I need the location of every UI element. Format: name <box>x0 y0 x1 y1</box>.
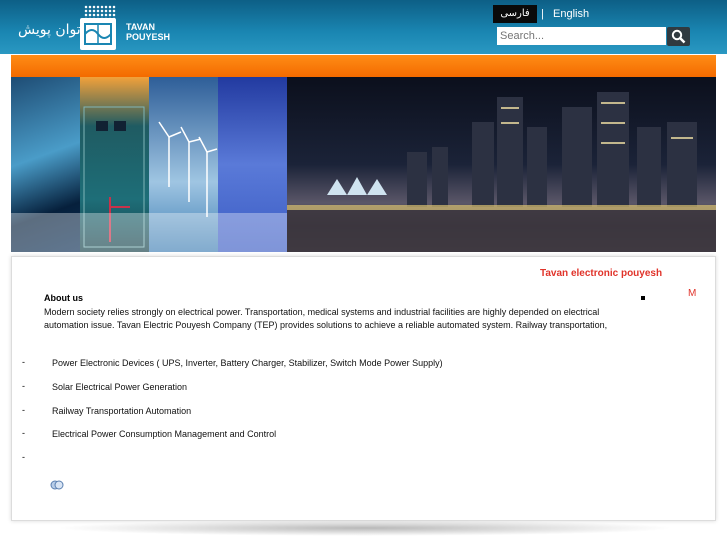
lang-english-link[interactable]: English <box>553 8 589 20</box>
list-dash: - <box>22 452 25 462</box>
bullet-square-icon <box>641 296 645 300</box>
search-button[interactable] <box>667 27 690 46</box>
magnifier-icon <box>671 29 686 44</box>
translate-icon[interactable] <box>50 478 64 490</box>
logo-en-line1: TAVAN <box>126 22 155 32</box>
logo-en-line2: POUYESH <box>126 32 171 42</box>
lang-persian-link[interactable]: فارسی <box>493 5 537 23</box>
list-item: Railway Transportation Automation <box>52 406 192 416</box>
bottom-shadow <box>55 520 675 536</box>
side-letter: M <box>688 288 697 299</box>
logo-dots-icon <box>84 5 116 19</box>
list-dash: - <box>22 381 25 391</box>
logo-english-text[interactable]: TAVAN POUYESH <box>126 22 170 42</box>
logo-mark-icon[interactable] <box>80 18 116 50</box>
list-item: Power Electronic Devices ( UPS, Inverter… <box>52 358 443 368</box>
logo-persian-text[interactable]: توان پویش <box>18 22 81 38</box>
about-paragraph: Modern society relies strongly on electr… <box>44 307 608 330</box>
list-dash: - <box>22 428 25 438</box>
banner-panel-city-night <box>287 77 716 252</box>
lang-separator: | <box>541 8 544 20</box>
list-dash: - <box>22 357 25 367</box>
banner-image <box>11 77 716 252</box>
about-heading: About us <box>44 293 83 303</box>
list-item: Solar Electrical Power Generation <box>52 382 188 392</box>
orange-nav-bar <box>11 55 716 77</box>
search-input[interactable] <box>497 27 666 45</box>
site-title: Tavan electronic pouyesh <box>540 268 663 279</box>
list-dash: - <box>22 405 25 415</box>
list-item: Electrical Power Consumption Management … <box>52 429 277 439</box>
site-header: توان پویش TAVAN POUYESH فارسی | English <box>0 0 727 54</box>
banner-reflection <box>11 213 287 252</box>
